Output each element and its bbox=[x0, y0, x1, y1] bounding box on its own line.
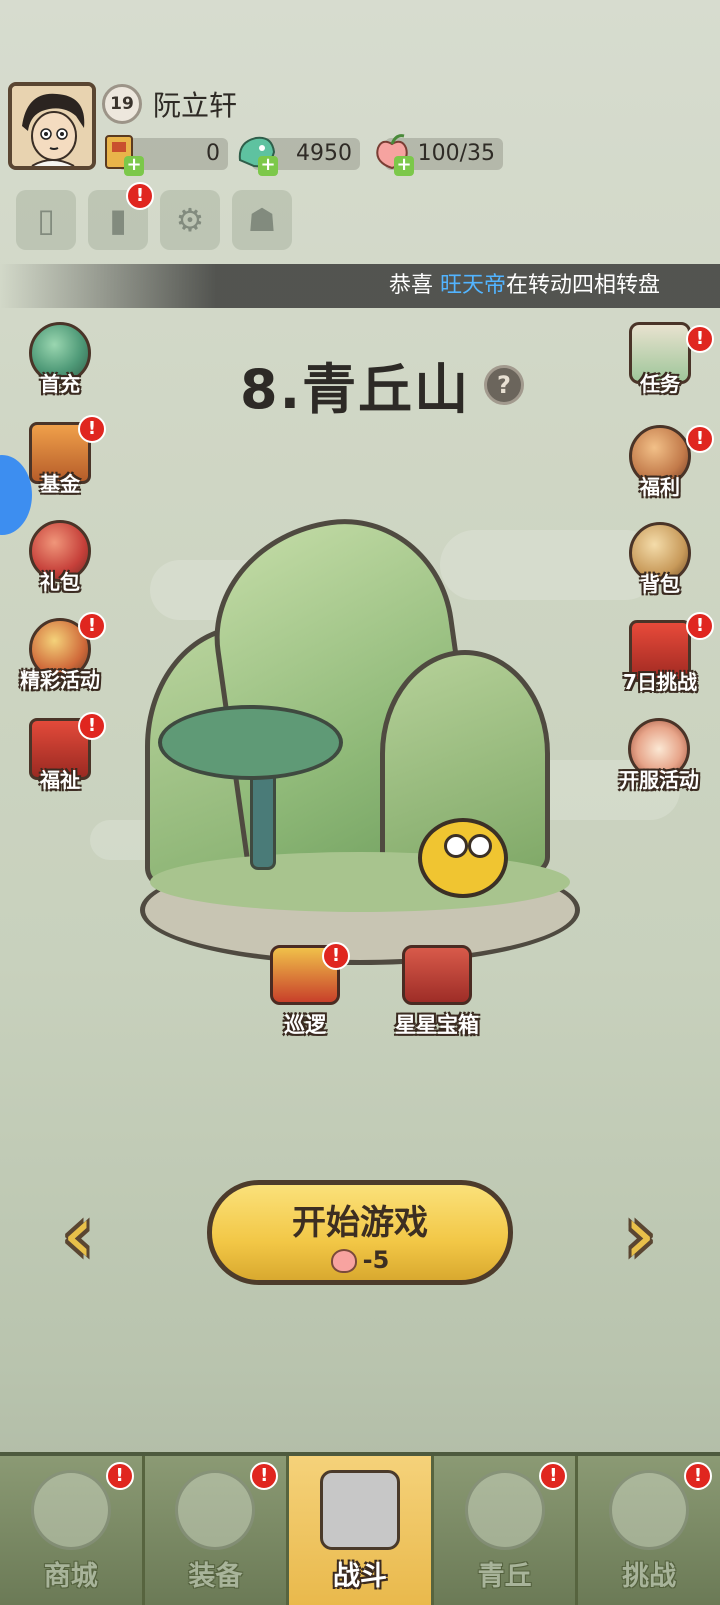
cards-button[interactable]: ▯ bbox=[16, 190, 76, 250]
nav-tab-shop[interactable]: 商城 ! bbox=[0, 1456, 145, 1605]
side-button-label: 首充 bbox=[40, 372, 80, 396]
tree-trunk bbox=[250, 770, 276, 870]
fund-alert-badge: ! bbox=[78, 415, 106, 443]
star-chest-icon bbox=[402, 945, 472, 1005]
bottom-navigation: 商城 ! 装备 ! 战斗 青丘 ! 挑战 ! bbox=[0, 1452, 720, 1605]
marquee-highlight-name: 旺天帝 bbox=[439, 273, 506, 298]
friends-button[interactable]: ☗ bbox=[232, 190, 292, 250]
marquee-suffix: 在转动四相转盘 bbox=[505, 273, 660, 298]
jade-resource-icon[interactable]: + bbox=[234, 130, 278, 176]
plus-icon[interactable]: + bbox=[258, 156, 278, 176]
tree-crown bbox=[158, 705, 343, 780]
side-button-label: 任务 bbox=[640, 372, 680, 396]
side-button-label: 礼包 bbox=[40, 570, 80, 594]
cards-icon: ▯ bbox=[37, 201, 55, 239]
side-button-server-events[interactable]: 开服活动 bbox=[600, 718, 718, 808]
plus-icon[interactable]: + bbox=[394, 156, 414, 176]
nav-tab-label: 商城 bbox=[43, 1561, 98, 1592]
avatar-portrait-icon bbox=[12, 86, 92, 166]
nav-tab-battle[interactable]: 战斗 bbox=[289, 1456, 434, 1605]
tasks-alert-badge: ! bbox=[686, 325, 714, 353]
helmet-icon bbox=[175, 1470, 256, 1550]
events-alert-badge: ! bbox=[78, 612, 106, 640]
crossed-swords-icon bbox=[319, 1470, 400, 1550]
star-chest-label: 星星宝箱 bbox=[395, 1013, 479, 1037]
settings-button[interactable]: ⚙ bbox=[160, 190, 220, 250]
nav-tab-label: 装备 bbox=[188, 1561, 243, 1592]
challenge-orb-icon bbox=[609, 1470, 690, 1550]
chick-character bbox=[418, 818, 508, 898]
nav-tab-label: 挑战 bbox=[622, 1561, 677, 1592]
patrol-alert-badge: ! bbox=[322, 942, 350, 970]
peach-icon bbox=[330, 1249, 357, 1273]
help-icon[interactable]: ? bbox=[484, 365, 524, 405]
side-button-label: 基金 bbox=[40, 472, 80, 496]
start-game-cost: -5 bbox=[212, 1246, 508, 1274]
start-game-label: 开始游戏 bbox=[292, 1203, 428, 1243]
ranking-icon: ▮ bbox=[109, 201, 127, 239]
side-button-gift-pack[interactable]: 礼包 bbox=[10, 520, 110, 610]
marquee-prefix: 恭喜 bbox=[388, 273, 433, 298]
plus-icon[interactable]: + bbox=[124, 156, 144, 176]
side-button-label: 福祉 bbox=[40, 768, 80, 792]
patrol-label: 巡逻 bbox=[284, 1013, 326, 1037]
start-game-button[interactable]: 开始游戏 -5 bbox=[207, 1180, 513, 1285]
chick-eye bbox=[468, 834, 492, 858]
side-button-label: 背包 bbox=[640, 572, 680, 596]
nav-tab-label: 青丘 bbox=[477, 1561, 532, 1592]
qingqiu-alert-badge: ! bbox=[539, 1462, 568, 1490]
nav-tab-equipment[interactable]: 装备 ! bbox=[144, 1456, 290, 1605]
scroll-resource-icon[interactable]: + bbox=[98, 130, 144, 176]
stage-title: 8.青丘山 bbox=[240, 358, 471, 421]
side-button-label: 福利 bbox=[640, 475, 680, 499]
nav-tab-challenge[interactable]: 挑战 ! bbox=[578, 1456, 720, 1605]
nav-tab-label: 战斗 bbox=[332, 1561, 387, 1592]
friends-icon: ☗ bbox=[247, 201, 277, 239]
side-button-label: 7日挑战 bbox=[623, 670, 697, 694]
benefits-alert-badge: ! bbox=[686, 425, 714, 453]
ranking-alert-badge: ! bbox=[126, 182, 154, 210]
welfare-alert-badge: ! bbox=[78, 712, 106, 740]
star-chest-button[interactable]: 星星宝箱 bbox=[372, 945, 502, 1039]
peach-resource-icon[interactable]: + bbox=[370, 130, 414, 176]
side-button-label: 开服活动 bbox=[619, 768, 699, 792]
challenge-alert-badge: ! bbox=[686, 612, 714, 640]
mountain-icon bbox=[464, 1470, 545, 1550]
side-button-backpack[interactable]: 背包 bbox=[610, 522, 710, 612]
next-stage-arrow[interactable]: › bbox=[610, 1190, 670, 1280]
announcement-marquee: 恭喜 旺天帝在转动四相转盘 bbox=[0, 264, 720, 308]
shop-icon bbox=[30, 1470, 111, 1550]
side-button-label: 精彩活动 bbox=[20, 668, 100, 692]
shop-alert-badge: ! bbox=[105, 1462, 134, 1490]
equipment-alert-badge: ! bbox=[250, 1462, 279, 1490]
start-game-cost-value: -5 bbox=[362, 1246, 390, 1274]
player-name: 阮立轩 bbox=[153, 89, 238, 122]
player-avatar[interactable] bbox=[8, 82, 96, 170]
player-level-badge: 19 bbox=[102, 84, 142, 124]
gear-icon: ⚙ bbox=[175, 201, 205, 239]
side-button-first-recharge[interactable]: 首充 bbox=[10, 322, 110, 412]
challenge-tab-alert-badge: ! bbox=[683, 1462, 712, 1490]
nav-tab-qingqiu[interactable]: 青丘 ! bbox=[433, 1456, 579, 1605]
chick-eye bbox=[444, 834, 468, 858]
previous-stage-arrow[interactable]: ‹ bbox=[48, 1190, 108, 1280]
